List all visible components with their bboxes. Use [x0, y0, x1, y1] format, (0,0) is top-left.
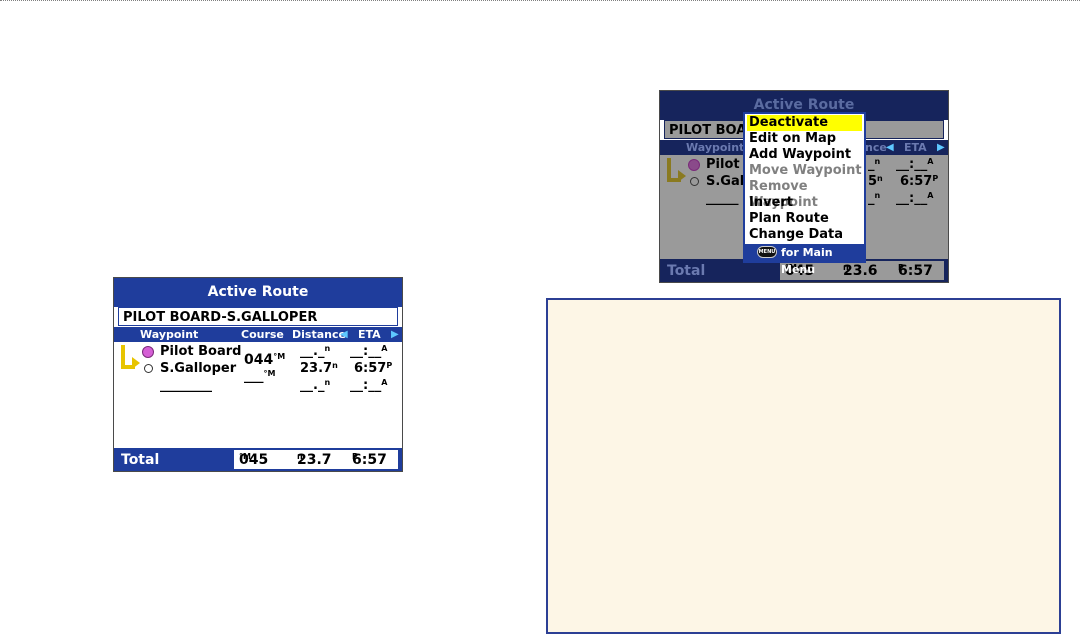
route-name-field[interactable]: PILOT BOARD-S.GALLOPER	[118, 307, 398, 326]
waypoint-pink-icon	[142, 346, 154, 358]
eta-value: 6:57P	[900, 174, 939, 189]
route-leg-arrowhead-icon	[132, 357, 140, 369]
waypoint-name[interactable]: ________	[160, 378, 212, 393]
eta-value: __:__A	[350, 344, 388, 359]
eta-value: __:__A	[896, 191, 934, 206]
top-dotted-rule	[0, 0, 1080, 1]
arrow-right-icon[interactable]: ▶	[391, 327, 399, 342]
course-value: ___°M	[244, 369, 276, 384]
menu-footer-text: for Main Menu	[781, 246, 833, 276]
distance-value: _n	[868, 157, 881, 172]
waypoint-name[interactable]: S.Galloper	[160, 361, 236, 376]
eta-value: 6:57P	[354, 361, 393, 376]
header-eta: ETA	[904, 141, 927, 154]
arrow-left-icon: ◀	[886, 142, 894, 153]
note-panel	[546, 298, 1061, 634]
header-waypoint: Waypoint	[686, 141, 745, 154]
header-distance[interactable]: Distance	[292, 327, 346, 342]
waypoint-pink-icon	[688, 159, 700, 171]
total-label: Total	[121, 452, 160, 468]
distance-value: __._n	[300, 378, 331, 393]
header-course[interactable]: Course	[241, 327, 284, 342]
eta-value: __:__A	[350, 378, 388, 393]
waypoint-buoy-icon	[144, 364, 153, 373]
menu-item-add-waypoint[interactable]: Add Waypoint	[747, 147, 862, 163]
total-label: Total	[667, 263, 706, 279]
course-value: 044°M	[244, 352, 286, 368]
eta-value: __:__A	[896, 157, 934, 172]
header-distance: nce	[865, 141, 887, 154]
active-route-screen: Active Route PILOT BOARD-S.GALLOPER Wayp…	[113, 277, 403, 472]
route-leg-arrowhead-icon	[678, 170, 686, 182]
menu-item-remove-waypoint: Remove Waypoint	[749, 179, 818, 210]
header-eta[interactable]: ETA	[358, 327, 381, 342]
menu-footer: MENU for Main Menu	[745, 244, 864, 276]
waypoint-buoy-icon	[690, 177, 699, 186]
active-route-options-screen: Active Route PILOT BOAR Waypoint nce ◀ E…	[659, 90, 949, 283]
menu-item-plan-route[interactable]: Plan Route	[747, 211, 862, 227]
distance-value: __._n	[300, 344, 331, 359]
menu-item-deactivate[interactable]: Deactivate	[747, 115, 862, 131]
waypoint-list: Pilot Board S.Galloper ________ 044°M __…	[114, 342, 402, 449]
route-options-menu: Deactivate Edit on Map Add Waypoint Move…	[743, 112, 866, 276]
column-header-row: Waypoint Course Distance ◀ ETA ▶	[114, 327, 402, 342]
menu-item-change-data-fields[interactable]: Change Data Fields	[747, 227, 862, 258]
distance-value: 23.7n	[300, 361, 338, 376]
waypoint-name: _____	[706, 191, 739, 206]
menu-item-invert[interactable]: Invert	[747, 195, 862, 211]
arrow-left-icon[interactable]: ◀	[340, 327, 348, 342]
header-waypoint: Waypoint	[140, 328, 199, 341]
total-bar: Total 045 °M 23.7 n 6:57 P	[114, 448, 402, 471]
menu-item-move-waypoint: Move Waypoint	[749, 163, 862, 178]
screen-title: Active Route	[114, 278, 402, 307]
total-values: 045 °M 23.7 n 6:57 P	[234, 450, 398, 469]
menu-item-edit-on-map[interactable]: Edit on Map	[747, 131, 862, 147]
arrow-right-icon: ▶	[937, 142, 945, 153]
waypoint-name[interactable]: Pilot Board	[160, 344, 241, 359]
menu-button-icon: MENU	[757, 246, 777, 258]
distance-value: 5n	[868, 174, 883, 189]
distance-value: _n	[868, 191, 881, 206]
